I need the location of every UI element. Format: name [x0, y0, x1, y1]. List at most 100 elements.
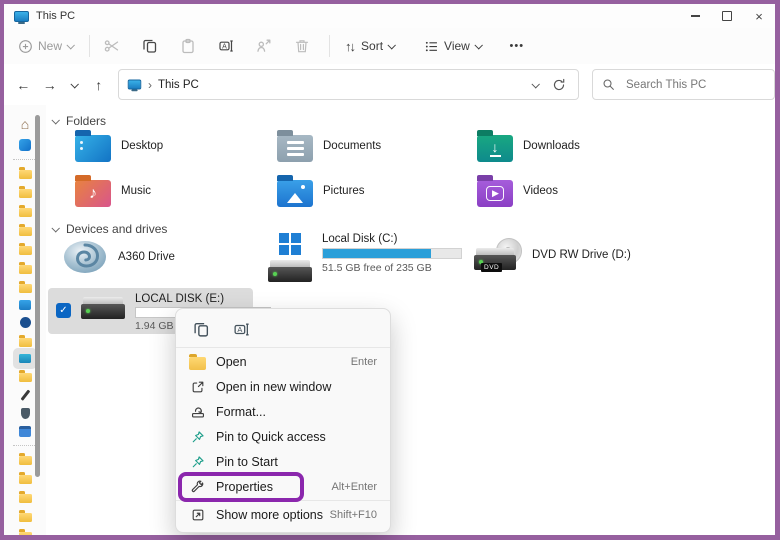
sidebar-shield-icon[interactable]	[21, 408, 30, 419]
menu-item-open[interactable]: Open Enter	[176, 349, 390, 374]
new-button[interactable]: New	[12, 32, 79, 60]
music-folder-icon	[75, 180, 111, 207]
see-more-button[interactable]: •••	[503, 32, 531, 60]
tile-label: Music	[121, 185, 151, 197]
videos-folder-icon	[477, 180, 513, 207]
tile-label: Videos	[523, 185, 558, 197]
copy-button[interactable]	[189, 318, 213, 342]
share-icon	[256, 38, 272, 54]
view-button[interactable]: View	[418, 32, 487, 60]
minimize-button[interactable]	[679, 4, 711, 28]
rename-button[interactable]: A	[229, 318, 253, 342]
windows-hdd-icon	[268, 233, 312, 282]
breadcrumb-this-pc[interactable]: This PC	[158, 79, 199, 91]
refresh-icon[interactable]	[552, 78, 566, 92]
pin-icon	[189, 430, 206, 444]
menu-item-format[interactable]: Format...	[176, 399, 390, 424]
titlebar: This PC ×	[4, 4, 775, 28]
sidebar-scrollbar[interactable]	[35, 115, 40, 477]
menu-item-show-more-options[interactable]: Show more options Shift+F10	[176, 502, 390, 527]
folder-tile-pictures[interactable]: Pictures	[277, 175, 365, 207]
folder-tile-videos[interactable]: Videos	[477, 175, 558, 207]
toolbar-separator	[329, 35, 330, 57]
sidebar-gallery-icon[interactable]	[19, 139, 31, 151]
dvd-drive-icon: DVD	[474, 238, 522, 272]
up-button[interactable]: ↑	[87, 73, 109, 97]
explorer-tab[interactable]: This PC	[4, 10, 75, 22]
folder-tile-desktop[interactable]: Desktop	[75, 130, 163, 162]
share-button[interactable]	[250, 32, 278, 60]
paste-button[interactable]	[174, 32, 202, 60]
sidebar-folder-icon[interactable]	[19, 532, 32, 535]
search-input[interactable]	[624, 78, 748, 92]
sidebar-globe-icon[interactable]	[20, 317, 31, 328]
sidebar-folder-icon[interactable]	[19, 456, 32, 465]
svg-text:A: A	[237, 325, 242, 334]
address-bar[interactable]: › This PC	[118, 69, 579, 100]
menu-item-open-in-new-window[interactable]: Open in new window	[176, 374, 390, 399]
sort-button[interactable]: ↑↓ Sort	[339, 32, 400, 60]
folder-tile-documents[interactable]: Documents	[277, 130, 381, 162]
collapse-chevron-icon	[51, 224, 59, 232]
sort-arrows-icon: ↑↓	[345, 39, 354, 54]
sidebar-card-icon[interactable]	[19, 426, 31, 437]
search-box[interactable]	[592, 69, 775, 100]
tile-label: A360 Drive	[118, 251, 175, 263]
sidebar-folder-icon[interactable]	[19, 284, 32, 293]
this-pc-icon	[128, 80, 142, 90]
toolbar-separator	[89, 35, 90, 57]
drive-tile-a360[interactable]: A360 Drive	[62, 238, 175, 276]
sidebar-folder-icon[interactable]	[19, 189, 32, 198]
sidebar-folder-icon[interactable]	[19, 208, 32, 217]
recent-locations-button[interactable]	[63, 73, 85, 97]
sidebar-folder-icon[interactable]	[19, 338, 32, 347]
cut-button[interactable]	[98, 32, 126, 60]
menu-item-label: Properties	[216, 480, 273, 494]
copy-icon	[142, 38, 158, 54]
folder-tile-music[interactable]: Music	[75, 175, 151, 207]
sidebar-folder-icon[interactable]	[19, 170, 32, 179]
search-icon	[602, 78, 615, 91]
chevron-down-icon	[474, 41, 482, 49]
sidebar-folder-icon[interactable]	[19, 373, 32, 382]
menu-shortcut: Alt+Enter	[331, 481, 377, 493]
drive-tile-c[interactable]: Local Disk (C:) 51.5 GB free of 235 GB	[268, 233, 462, 282]
items-view: Folders Desktop Documents Downloads Musi…	[46, 105, 775, 535]
delete-button[interactable]	[288, 32, 316, 60]
pin-icon	[189, 455, 206, 469]
sidebar-separator	[13, 445, 37, 446]
sidebar-drive-icon[interactable]	[19, 354, 31, 363]
maximize-button[interactable]	[711, 4, 743, 28]
rename-button[interactable]: A	[212, 32, 240, 60]
close-button[interactable]: ×	[743, 4, 775, 28]
sidebar-folder-icon[interactable]	[19, 246, 32, 255]
menu-shortcut: Enter	[351, 356, 377, 368]
sidebar-folder-icon[interactable]	[19, 494, 32, 503]
screenshot-canvas: { "titlebar": { "title": "This PC" }, "t…	[0, 0, 780, 540]
sidebar-folder-icon[interactable]	[19, 265, 32, 274]
selected-checkbox[interactable]	[56, 303, 71, 318]
sidebar-home-icon[interactable]	[18, 118, 32, 132]
drive-tile-dvd[interactable]: DVD DVD RW Drive (D:)	[474, 238, 631, 272]
sidebar-pen-icon[interactable]	[20, 390, 29, 401]
address-dropdown-icon[interactable]	[531, 80, 539, 88]
back-button[interactable]: ←	[12, 73, 34, 97]
menu-item-pin-to-quick-access[interactable]: Pin to Quick access	[176, 424, 390, 449]
maximize-icon	[722, 11, 732, 21]
sidebar-pc-icon[interactable]	[19, 300, 31, 310]
close-icon: ×	[755, 10, 763, 23]
folder-tile-downloads[interactable]: Downloads	[477, 130, 580, 162]
navigation-bar: ← → ↑ › This PC	[4, 64, 775, 105]
section-header-folders[interactable]: Folders	[52, 114, 106, 128]
rename-icon: A	[218, 38, 234, 54]
copy-button[interactable]	[136, 32, 164, 60]
sidebar-folder-icon[interactable]	[19, 475, 32, 484]
menu-item-properties[interactable]: Properties Alt+Enter	[176, 474, 390, 499]
sidebar-folder-icon[interactable]	[19, 513, 32, 522]
menu-item-pin-to-start[interactable]: Pin to Start	[176, 449, 390, 474]
sidebar-folder-icon[interactable]	[19, 227, 32, 236]
collapse-chevron-icon	[51, 116, 59, 124]
forward-button[interactable]: →	[38, 73, 60, 97]
pictures-folder-icon	[277, 180, 313, 207]
section-header-devices[interactable]: Devices and drives	[52, 222, 167, 236]
